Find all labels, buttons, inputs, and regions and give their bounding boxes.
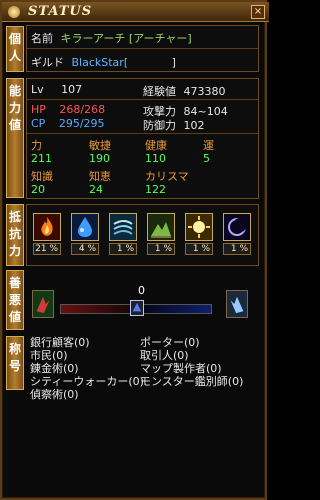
tab-resist: 抵抗力 bbox=[6, 204, 24, 266]
cp-value: 295/295 bbox=[58, 117, 105, 130]
emblem-icon bbox=[8, 6, 20, 18]
resist-panel: 21 % 4 % 1 % 1 % 1 % 1 % bbox=[26, 204, 259, 266]
level-value: 107 bbox=[61, 83, 83, 96]
alignment-marker bbox=[130, 300, 144, 316]
hp-value: 268/268 bbox=[59, 103, 106, 116]
attr-luck-value: 5 bbox=[203, 152, 210, 165]
wind-resist-icon bbox=[109, 213, 137, 241]
attr-luck-label: 運 bbox=[203, 139, 214, 152]
tab-ability: 能力値 bbox=[6, 78, 24, 198]
fire-resist-icon bbox=[33, 213, 61, 241]
ability-panel: Lv 107 経験値 473380 HP 268/268 攻撃力 84~104 … bbox=[26, 78, 259, 199]
attr-int-label: 知識 bbox=[31, 170, 53, 183]
attr-agi-label: 敏捷 bbox=[89, 139, 111, 152]
wind-resist-value: 1 % bbox=[109, 243, 137, 255]
titles-panel: 銀行顧客(0) 市民(0) 錬金術(0) シティーウォーカー(0) 偵察術(0)… bbox=[26, 334, 259, 414]
dark-resist-icon bbox=[223, 213, 251, 241]
guild-name: BlackStar[ bbox=[71, 56, 129, 69]
hp-label: HP bbox=[31, 103, 46, 116]
attr-wis-label: 知恵 bbox=[89, 170, 111, 183]
title-item: モンスター鑑別師(0) bbox=[140, 375, 244, 388]
light-resist-value: 1 % bbox=[185, 243, 213, 255]
attr-cha-value: 122 bbox=[145, 183, 166, 196]
title-bar[interactable]: STATUS × bbox=[2, 2, 269, 22]
exp-label: 経験値 bbox=[143, 85, 176, 98]
defense-value: 102 bbox=[183, 119, 205, 132]
attr-agi-value: 190 bbox=[89, 152, 110, 165]
fire-resist-value: 21 % bbox=[33, 243, 61, 255]
attr-cha-label: カリスマ bbox=[145, 170, 189, 183]
light-resist-icon bbox=[185, 213, 213, 241]
identity-panel: 名前 キラーアーチ [アーチャー] ギルド BlackStar[ ] bbox=[26, 25, 259, 72]
guild-label: ギルド bbox=[31, 56, 64, 69]
tab-personal: 個人 bbox=[6, 26, 24, 72]
status-window: STATUS × 個人 名前 キラーアーチ [アーチャー] ギルド BlackS… bbox=[0, 0, 269, 500]
water-resist-value: 4 % bbox=[71, 243, 99, 255]
earth-resist-value: 1 % bbox=[147, 243, 175, 255]
attr-int-value: 20 bbox=[31, 183, 45, 196]
guild-bracket: ] bbox=[171, 56, 176, 69]
defense-label: 防御力 bbox=[143, 119, 176, 132]
tab-titles: 称号 bbox=[6, 336, 24, 390]
dark-resist-value: 1 % bbox=[223, 243, 251, 255]
character-name: キラーアーチ [アーチャー] bbox=[60, 32, 192, 45]
attr-vit-value: 110 bbox=[145, 152, 166, 165]
attr-str-value: 211 bbox=[31, 152, 52, 165]
cp-label: CP bbox=[31, 117, 46, 130]
attr-wis-value: 24 bbox=[89, 183, 103, 196]
window-title: STATUS bbox=[28, 4, 93, 19]
exp-value: 473380 bbox=[183, 85, 226, 98]
attr-vit-label: 健康 bbox=[145, 139, 167, 152]
good-icon bbox=[226, 290, 248, 318]
tab-alignment: 善悪値 bbox=[6, 270, 24, 330]
earth-resist-icon bbox=[147, 213, 175, 241]
attr-str-label: 力 bbox=[31, 139, 42, 152]
evil-icon bbox=[32, 290, 54, 318]
close-button[interactable]: × bbox=[251, 5, 265, 19]
alignment-panel: 0 bbox=[26, 270, 259, 332]
level-label: Lv bbox=[31, 83, 44, 96]
alignment-value: 0 bbox=[138, 284, 145, 297]
name-label: 名前 bbox=[31, 32, 53, 45]
title-item: 偵察術(0) bbox=[30, 388, 79, 401]
water-resist-icon bbox=[71, 213, 99, 241]
